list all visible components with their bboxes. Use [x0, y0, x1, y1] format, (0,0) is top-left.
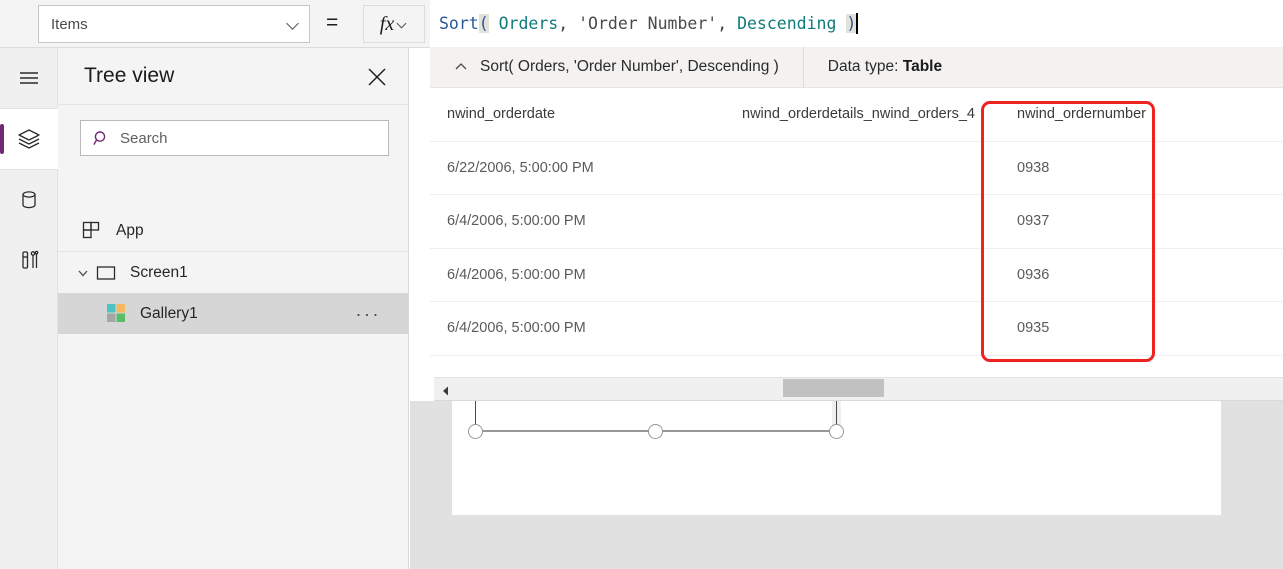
column-header[interactable]: nwind_orderdate — [430, 107, 725, 122]
data-type-status: Data type: Table — [828, 59, 942, 75]
results-table: nwind_orderdate nwind_orderdetails_nwind_… — [430, 88, 1283, 377]
search-input[interactable] — [120, 129, 388, 147]
formula-bar: Items = fx Sort( Orders, 'Order Number',… — [0, 0, 1283, 48]
tree-node-label: App — [116, 222, 144, 240]
table-cell: 0936 — [1017, 267, 1050, 283]
chevron-down-icon — [397, 19, 408, 30]
chevron-down-icon[interactable] — [72, 262, 94, 284]
fx-button[interactable]: fx — [363, 5, 425, 43]
tree-view-header: Tree view — [58, 48, 408, 105]
table-row[interactable]: 6/22/2006, 5:00:00 PM 0938 — [430, 142, 1283, 196]
column-header[interactable]: nwind_ordernumber — [1000, 107, 1278, 122]
tree-node-list: App Screen1 Gallery1 ··· — [58, 211, 409, 334]
table-cell: 6/4/2006, 5:00:00 PM — [447, 321, 586, 336]
formula-token-paren: ) — [846, 14, 857, 33]
table-cell: 0937 — [1017, 214, 1050, 229]
close-icon[interactable] — [364, 64, 390, 90]
property-dropdown-value: Items — [51, 15, 88, 33]
formula-token-punct: , — [558, 14, 579, 33]
formula-token-punct — [836, 14, 846, 33]
equals-sign: = — [326, 11, 339, 34]
gallery-icon — [104, 302, 128, 326]
table-row[interactable]: 6/4/2006, 5:00:00 PM 0935 — [430, 302, 1283, 356]
left-icon-rail — [0, 48, 58, 569]
table-cell: 0938 — [1017, 160, 1050, 176]
column-header[interactable]: n — [1278, 107, 1283, 122]
table-row[interactable]: 6/4/2006, 5:00:00 PM 0936 — [430, 249, 1283, 303]
layers-icon[interactable] — [0, 109, 58, 169]
column-header[interactable]: nwind_orderdetails_nwind_orders_4 — [725, 107, 1000, 122]
media-tools-icon[interactable] — [0, 230, 58, 290]
formula-token-punct — [489, 14, 499, 33]
formula-token-ident: Orders — [498, 14, 559, 33]
app-tiles-icon — [80, 219, 104, 243]
scrollbar-thumb[interactable] — [783, 379, 884, 397]
tree-node-screen1[interactable]: Screen1 — [58, 252, 409, 293]
text-caret — [856, 13, 859, 34]
formula-text: Sort( Orders, 'Order Number', Descending… — [439, 14, 857, 33]
search-icon — [93, 130, 110, 147]
overflow-menu-icon[interactable]: ··· — [356, 305, 381, 323]
tree-node-app[interactable]: App — [58, 211, 409, 252]
formula-token-string: 'Order Number' — [578, 14, 718, 33]
tree-node-label: Gallery1 — [140, 304, 198, 322]
table-cell: 6/4/2006, 5:00:00 PM — [447, 267, 586, 283]
gallery-control-surface[interactable] — [452, 401, 1221, 515]
app-canvas[interactable] — [410, 401, 1283, 569]
formula-token-fn: Sort — [439, 14, 479, 33]
database-icon[interactable] — [0, 170, 58, 230]
resize-handle-center[interactable] — [648, 424, 663, 439]
property-dropdown[interactable]: Items — [38, 5, 310, 43]
chevron-down-icon — [287, 17, 301, 31]
results-header: Sort( Orders, 'Order Number', Descending… — [430, 46, 1283, 88]
screen-rect-icon — [94, 261, 118, 285]
formula-input[interactable]: Sort( Orders, 'Order Number', Descending… — [430, 0, 1283, 47]
tree-view-panel: Tree view Ap — [58, 48, 409, 569]
resize-handle-right[interactable] — [829, 424, 844, 439]
results-formula-echo: Sort( Orders, 'Order Number', Descending… — [480, 58, 779, 76]
table-row[interactable]: 6/4/2006, 5:00:00 PM 0937 — [430, 195, 1283, 249]
formula-token-punct: , — [717, 14, 738, 33]
table-cell: 0935 — [1017, 321, 1050, 336]
table-cell: 6/4/2006, 5:00:00 PM — [447, 214, 586, 229]
formula-results-pane: Sort( Orders, 'Order Number', Descending… — [430, 46, 1283, 377]
chevron-up-icon[interactable] — [450, 56, 472, 78]
tree-view-title: Tree view — [84, 64, 175, 87]
resize-handle-left[interactable] — [468, 424, 483, 439]
table-cell: 6/22/2006, 5:00:00 PM — [447, 160, 594, 176]
data-type-label: Data type: — [827, 58, 899, 76]
horizontal-scrollbar[interactable] — [434, 377, 1283, 401]
hamburger-menu-icon[interactable] — [0, 48, 58, 108]
tree-node-gallery1[interactable]: Gallery1 ··· — [58, 293, 409, 334]
data-type-value: Table — [902, 58, 943, 76]
table-header-row: nwind_orderdate nwind_orderdetails_nwind_… — [430, 88, 1283, 142]
fx-label: fx — [379, 13, 395, 35]
results-divider — [802, 46, 804, 88]
powerapps-studio-window: Items = fx Sort( Orders, 'Order Number',… — [0, 0, 1283, 569]
formula-token-paren: ( — [478, 14, 489, 33]
formula-token-ident: Descending — [737, 14, 837, 33]
scroll-left-arrow-icon[interactable] — [440, 384, 452, 396]
search-box[interactable] — [80, 120, 389, 156]
tree-node-label: Screen1 — [130, 263, 188, 281]
